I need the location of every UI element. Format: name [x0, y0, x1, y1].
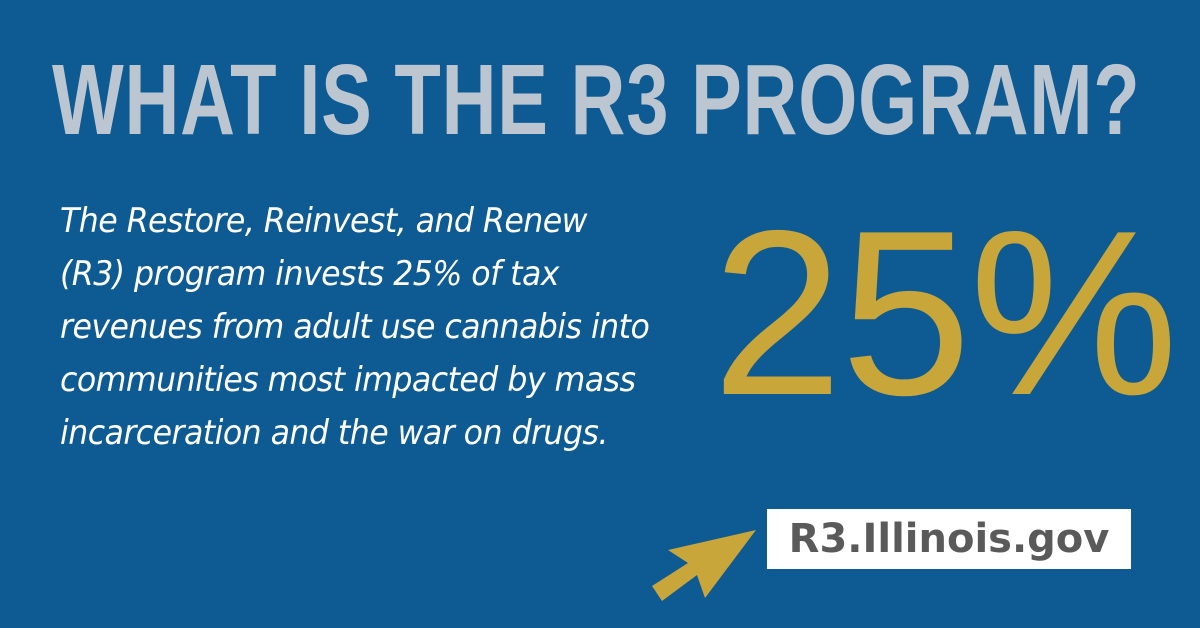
- program-description: The Restore, Reinvest, and Renew (R3) pr…: [60, 201, 650, 453]
- url-text: R3.Illinois.gov: [788, 516, 1110, 562]
- headline: WHAT IS THE R3 PROGRAM?: [52, 44, 1141, 156]
- percentage-stat: 25%: [712, 181, 1178, 444]
- url-link[interactable]: R3.Illinois.gov: [767, 509, 1131, 569]
- arrow-pointer-icon: [652, 530, 756, 601]
